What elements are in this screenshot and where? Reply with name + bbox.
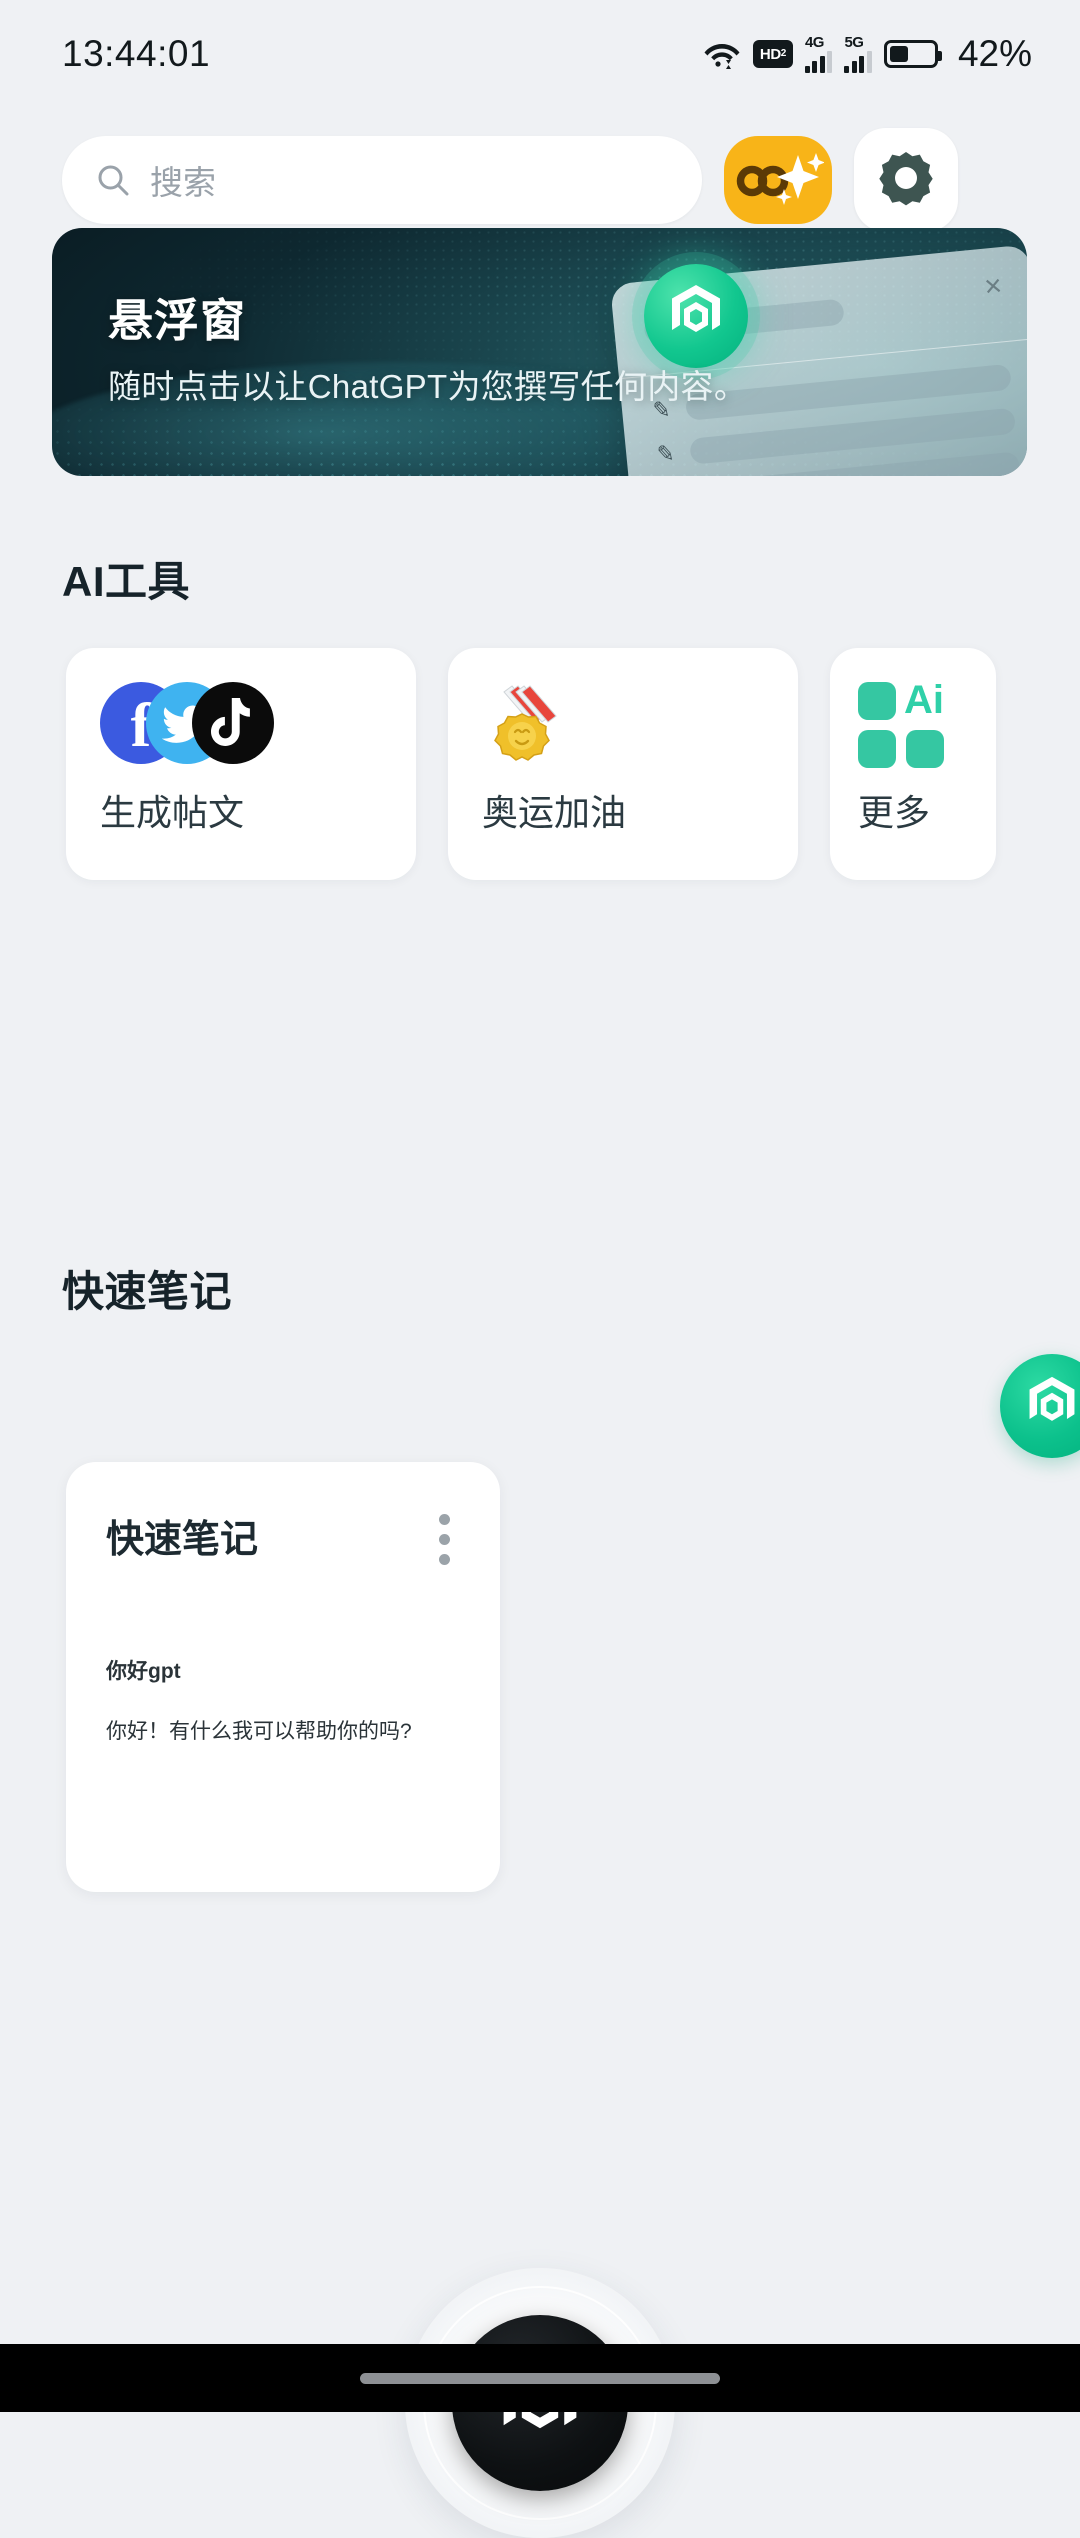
phone-screen: 13:44:01 HD 2 4G 5G 42% 搜索 × ✎ ✎ 悬浮窗 随时点… <box>0 0 1080 2538</box>
section-title-ai-tools: AI工具 <box>62 558 191 605</box>
hd-label: HD <box>759 45 781 63</box>
home-indicator[interactable] <box>360 2372 720 2384</box>
quick-note-header: 快速笔记 <box>106 1508 460 1571</box>
floating-assistant-bubble[interactable] <box>1000 1354 1080 1458</box>
banner-text-block: 悬浮窗 随时点击以让ChatGPT为您撰写任何内容。 <box>108 296 747 408</box>
quick-note-line: 你好！有什么我可以帮助你的吗? <box>106 1720 412 1743</box>
status-icon-group: HD 2 4G 5G 42% <box>703 33 1032 75</box>
main-content: × ✎ ✎ ✎ <box>0 228 1080 2538</box>
hd-sub-label: 2 <box>780 48 787 59</box>
floating-window-promo-banner[interactable]: × ✎ ✎ ✎ <box>52 228 1027 476</box>
ai-assistant-button[interactable] <box>724 136 832 224</box>
tool-label: 奥运加油 <box>482 792 627 833</box>
tool-card-olympic-cheer[interactable]: 奥运加油 <box>448 648 798 880</box>
search-icon <box>96 163 130 197</box>
signal-4g-label: 4G <box>804 34 825 51</box>
close-icon[interactable]: × <box>983 269 1004 304</box>
pencil-icon: ✎ <box>655 440 676 467</box>
top-bar: 搜索 <box>0 108 1080 232</box>
wifi-icon <box>703 38 741 70</box>
section-title-quick-notes: 快速笔记 <box>62 1268 233 1315</box>
hexagon-logo-icon <box>1023 1373 1080 1440</box>
tool-label: 生成帖文 <box>100 792 245 833</box>
ai-grid-icon: Ai <box>858 678 950 768</box>
medal-icon <box>482 682 768 778</box>
status-bar: 13:44:01 HD 2 4G 5G 42% <box>0 0 1080 108</box>
settings-button[interactable] <box>854 128 958 232</box>
system-navigation-bar <box>0 2344 1080 2412</box>
status-clock: 13:44:01 <box>62 33 211 74</box>
tool-card-generate-post[interactable]: f 生成帖文 <box>66 648 416 880</box>
gear-icon <box>878 150 934 211</box>
search-placeholder: 搜索 <box>150 164 216 201</box>
grid-square <box>858 682 896 720</box>
quick-note-line: 你好gpt <box>106 1660 181 1683</box>
social-stack-icon: f <box>100 682 280 766</box>
battery-level-fill <box>889 46 908 62</box>
quick-note-card[interactable]: 快速笔记 你好gpt 你好！有什么我可以帮助你的吗? <box>66 1462 500 1892</box>
ai-tools-row: f 生成帖文 奥运加油 Ai 更多 <box>66 648 996 880</box>
tiktok-icon <box>192 682 274 764</box>
tool-label: 更多 <box>858 792 931 833</box>
battery-icon <box>883 40 942 68</box>
signal-5g-icon: 5G <box>844 35 872 73</box>
infinity-sparkle-icon <box>732 147 825 214</box>
ai-text-glyph: Ai <box>904 678 944 722</box>
quick-note-title: 快速笔记 <box>106 1519 259 1561</box>
signal-4g-icon: 4G <box>804 34 833 73</box>
battery-percent-label: 42% <box>957 33 1032 74</box>
tool-card-more[interactable]: Ai 更多 <box>830 648 996 880</box>
hd-volte-icon: HD 2 <box>752 40 793 68</box>
signal-5g-label: 5G <box>844 34 864 51</box>
banner-subtitle: 随时点击以让ChatGPT为您撰写任何内容。 <box>108 367 748 405</box>
signal-4g-bars <box>804 51 833 73</box>
banner-title: 悬浮窗 <box>108 295 247 346</box>
grid-square <box>906 730 944 768</box>
grid-square <box>858 730 896 768</box>
kebab-menu-icon[interactable] <box>429 1508 460 1571</box>
quick-note-body: 你好gpt 你好！有什么我可以帮助你的吗? <box>106 1655 460 1745</box>
search-input[interactable]: 搜索 <box>62 136 702 224</box>
signal-5g-bars <box>844 51 872 73</box>
